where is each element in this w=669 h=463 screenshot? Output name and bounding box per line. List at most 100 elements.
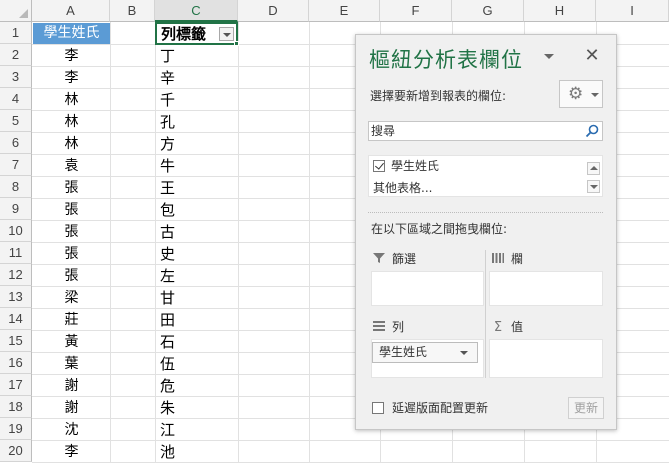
row-header-17[interactable]: 17: [0, 374, 32, 396]
row-labels-filter-dropdown[interactable]: [219, 27, 234, 41]
row-header-3[interactable]: 3: [0, 66, 32, 88]
column-header-i[interactable]: I: [596, 0, 669, 22]
column-header-e[interactable]: E: [309, 0, 380, 22]
row-header-1[interactable]: 1: [0, 22, 32, 44]
cell-c-value[interactable]: 丁: [156, 45, 236, 66]
row-gridline: [32, 440, 669, 441]
defer-update-checkbox[interactable]: [372, 402, 384, 414]
filters-area-header: 篩選: [372, 250, 416, 268]
filters-drop-area[interactable]: [371, 271, 484, 306]
cell-c-value[interactable]: 左: [156, 265, 236, 286]
cell-a-value[interactable]: 張: [33, 221, 110, 242]
row-labels-header: 列標籤: [161, 25, 207, 43]
row-header-2[interactable]: 2: [0, 44, 32, 66]
cell-a-value[interactable]: 沈: [33, 419, 110, 440]
cell-a-value[interactable]: 莊: [33, 309, 110, 330]
cell-c-value[interactable]: 方: [156, 133, 236, 154]
row-header-10[interactable]: 10: [0, 220, 32, 242]
chevron-down-icon[interactable]: [460, 351, 468, 355]
row-header-9[interactable]: 9: [0, 198, 32, 220]
search-icon[interactable]: [585, 124, 599, 138]
cell-a-value[interactable]: 黃: [33, 331, 110, 352]
row-header-7[interactable]: 7: [0, 154, 32, 176]
values-drop-area[interactable]: [489, 339, 603, 378]
cell-c-value[interactable]: 牛: [156, 155, 236, 176]
cell-a-value[interactable]: 梁: [33, 287, 110, 308]
cell-a-value[interactable]: 張: [33, 177, 110, 198]
row-header-16[interactable]: 16: [0, 352, 32, 374]
cell-c-value[interactable]: 石: [156, 331, 236, 352]
field-list-scroll-down[interactable]: [587, 180, 600, 193]
column-header-h[interactable]: H: [524, 0, 596, 22]
cell-a-value[interactable]: 謝: [33, 397, 110, 418]
cell-a-value[interactable]: 張: [33, 199, 110, 220]
field-list-scroll-up[interactable]: [587, 162, 600, 175]
column-gridline: [238, 22, 239, 463]
cell-c-value[interactable]: 孔: [156, 111, 236, 132]
row-header-15[interactable]: 15: [0, 330, 32, 352]
cell-a-value[interactable]: 李: [33, 67, 110, 88]
row-header-13[interactable]: 13: [0, 286, 32, 308]
defer-update-label: 延遲版面配置更新: [392, 401, 489, 415]
cell-a-value[interactable]: 林: [33, 133, 110, 154]
field-label: 學生姓氏: [391, 159, 440, 173]
select-all-corner[interactable]: [0, 0, 32, 22]
cell-a-value[interactable]: 李: [33, 45, 110, 66]
column-header-d[interactable]: D: [238, 0, 309, 22]
row-header-14[interactable]: 14: [0, 308, 32, 330]
field-checkbox[interactable]: [373, 160, 385, 172]
area-separator: [485, 250, 486, 378]
update-button[interactable]: 更新: [568, 397, 604, 419]
pane-options-chevron-icon[interactable]: [544, 54, 554, 59]
cell-c-value[interactable]: 包: [156, 199, 236, 220]
rows-area-label: 列: [392, 320, 405, 334]
cell-a-value[interactable]: 林: [33, 89, 110, 110]
cell-c-value[interactable]: 朱: [156, 397, 236, 418]
field-search-box[interactable]: [368, 121, 603, 141]
search-input[interactable]: [371, 122, 581, 140]
rows-icon: [373, 321, 385, 331]
close-icon[interactable]: ✕: [581, 45, 603, 67]
cell-c-value[interactable]: 田: [156, 309, 236, 330]
column-header-c[interactable]: C: [155, 0, 238, 22]
cell-a1-header[interactable]: 學生姓氏: [33, 23, 110, 44]
row-header-18[interactable]: 18: [0, 396, 32, 418]
cell-c-value[interactable]: 江: [156, 419, 236, 440]
column-header-b[interactable]: B: [110, 0, 155, 22]
column-header-g[interactable]: G: [452, 0, 524, 22]
cell-c1-row-labels[interactable]: 列標籤: [155, 22, 238, 45]
row-header-19[interactable]: 19: [0, 418, 32, 440]
row-header-5[interactable]: 5: [0, 110, 32, 132]
column-gridline: [309, 22, 310, 463]
cell-a-value[interactable]: 張: [33, 265, 110, 286]
filters-area-label: 篩選: [392, 252, 417, 266]
row-header-12[interactable]: 12: [0, 264, 32, 286]
cell-a-value[interactable]: 林: [33, 111, 110, 132]
column-header-a[interactable]: A: [32, 0, 110, 22]
cell-a-value[interactable]: 張: [33, 243, 110, 264]
cell-c-value[interactable]: 危: [156, 375, 236, 396]
cell-c-value[interactable]: 史: [156, 243, 236, 264]
cell-c-value[interactable]: 甘: [156, 287, 236, 308]
rows-field-chip[interactable]: 學生姓氏: [372, 342, 478, 363]
cell-c-value[interactable]: 王: [156, 177, 236, 198]
row-header-4[interactable]: 4: [0, 88, 32, 110]
field-settings-button[interactable]: ⚙: [559, 80, 603, 108]
cell-a-value[interactable]: 李: [33, 441, 110, 462]
cell-c-value[interactable]: 辛: [156, 67, 236, 88]
cell-c-value[interactable]: 池: [156, 441, 236, 462]
row-header-6[interactable]: 6: [0, 132, 32, 154]
row-header-20[interactable]: 20: [0, 440, 32, 462]
cell-a-value[interactable]: 謝: [33, 375, 110, 396]
cell-c-value[interactable]: 古: [156, 221, 236, 242]
columns-drop-area[interactable]: [489, 271, 603, 306]
cell-a-value[interactable]: 葉: [33, 353, 110, 374]
cell-c-value[interactable]: 千: [156, 89, 236, 110]
rows-field-label: 學生姓氏: [379, 345, 428, 359]
cell-a-value[interactable]: 袁: [33, 155, 110, 176]
row-header-8[interactable]: 8: [0, 176, 32, 198]
column-header-f[interactable]: F: [380, 0, 452, 22]
cell-c-value[interactable]: 伍: [156, 353, 236, 374]
row-header-11[interactable]: 11: [0, 242, 32, 264]
more-tables-link[interactable]: 其他表格...: [373, 178, 432, 196]
